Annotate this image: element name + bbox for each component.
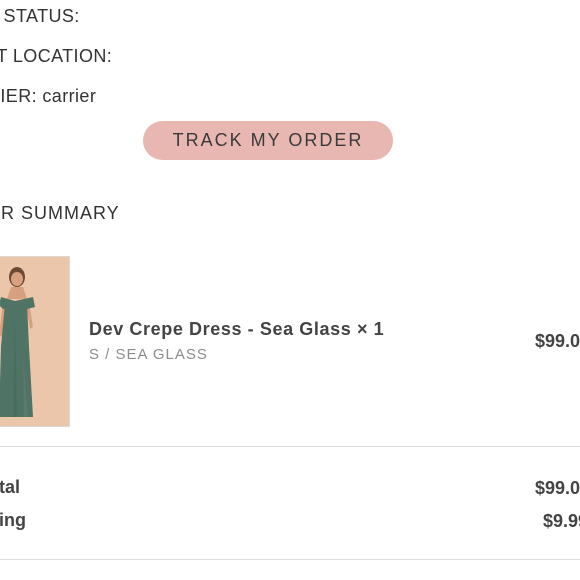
last-location-label: ST LOCATION: [0,46,113,66]
product-name: Dev Crepe Dress - Sea Glass × 1 [89,319,385,339]
product-variant: S / SEA GLASS [89,346,208,363]
subtotal-label: otal [0,477,21,497]
product-image[interactable] [0,256,70,427]
shipping-value: $9.99 [542,511,580,531]
shipping-label: ping [0,510,26,530]
divider [0,446,580,447]
subtotal-value: $99.00 [534,478,580,498]
product-price: $99.00 [534,331,580,351]
track-my-order-button[interactable]: TRACK MY ORDER [143,121,393,160]
dress-photo-icon [0,257,69,426]
status-label: IL STATUS: [0,6,80,26]
order-summary-title: ER SUMMARY [0,203,120,223]
carrier-label: RIER: carrier [0,86,97,106]
divider [0,559,580,560]
